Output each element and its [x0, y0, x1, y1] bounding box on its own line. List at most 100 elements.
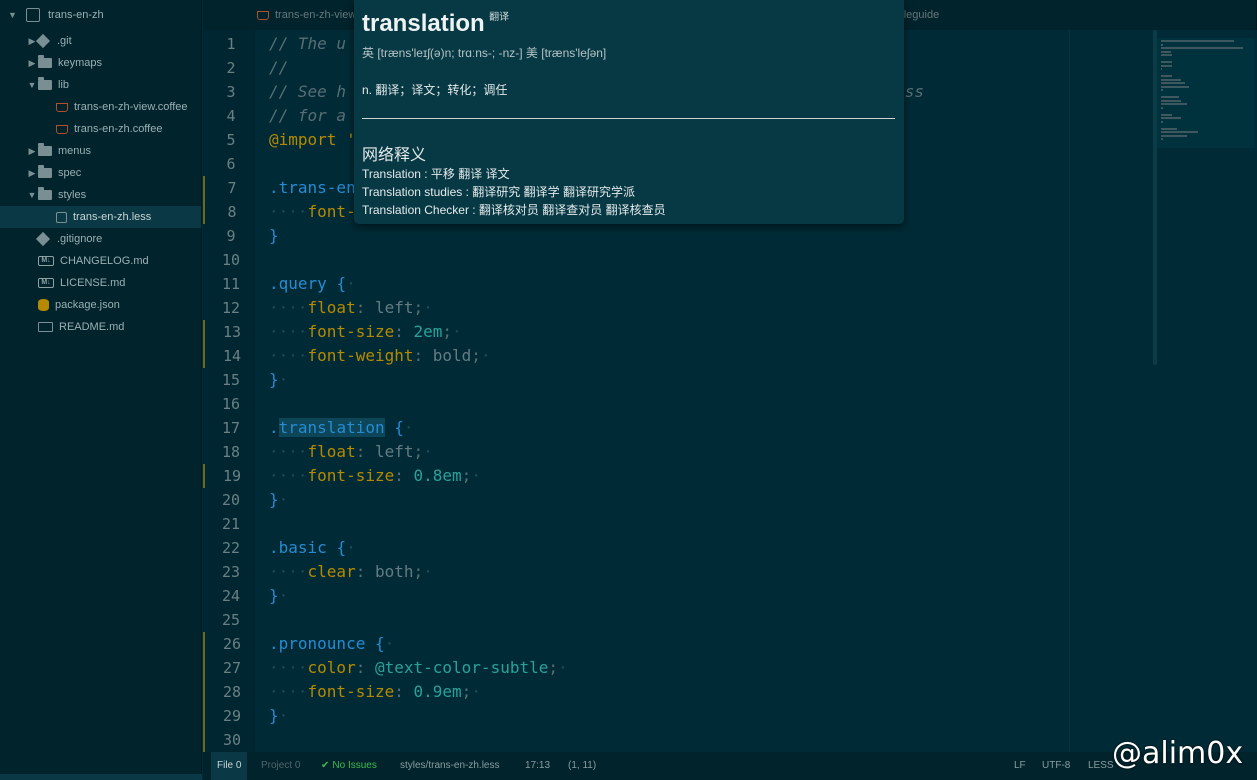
- code-line[interactable]: .query {·: [269, 272, 356, 296]
- line-number-gutter[interactable]: 1 2 3 4 5 6 7 8 9 10 11 12 13 14 15 16 17 18 19 20 21 22 23 24 2…: [203, 30, 255, 752]
- code-line[interactable]: .translation {·: [269, 416, 414, 440]
- tree-item-label: styles: [58, 189, 87, 201]
- line-number[interactable]: 18: [203, 440, 255, 464]
- code-line[interactable]: ····color: @text-color-subtle;·: [269, 656, 568, 680]
- line-number[interactable]: 8: [203, 200, 255, 224]
- code-line[interactable]: ····font-size: 0.8em;·: [269, 464, 481, 488]
- linter-project-tab[interactable]: Project 0: [261, 752, 300, 780]
- line-number[interactable]: 28: [203, 680, 255, 704]
- code-token: {: [336, 538, 347, 557]
- code-line[interactable]: }·: [269, 368, 288, 392]
- line-number[interactable]: 16: [203, 392, 255, 416]
- code-token: font-size: [307, 322, 395, 341]
- code-token: ····: [269, 466, 308, 485]
- tree-item[interactable]: trans-en-zh-view.coffee: [0, 96, 201, 118]
- line-number[interactable]: 25: [203, 608, 255, 632]
- line-ending[interactable]: LF: [1014, 752, 1026, 780]
- file-path[interactable]: styles/trans-en-zh.less: [400, 752, 499, 780]
- sidebar-resize-bar[interactable]: [0, 774, 202, 780]
- code-line[interactable]: ····clear: both;·: [269, 560, 433, 584]
- code-line[interactable]: .basic {·: [269, 536, 356, 560]
- chevron-right-icon[interactable]: ▶: [26, 146, 38, 157]
- markdown-icon: M↓: [38, 278, 54, 288]
- tree-item[interactable]: ▶ menus: [0, 140, 201, 162]
- tree-item[interactable]: ▶ keymaps: [0, 52, 201, 74]
- line-number[interactable]: 15: [203, 368, 255, 392]
- line-number[interactable]: 3: [203, 80, 255, 104]
- line-number[interactable]: 9: [203, 224, 255, 248]
- code-line[interactable]: ····font-weight: bold;·: [269, 344, 491, 368]
- code-token: ·: [480, 346, 491, 365]
- code-line[interactable]: ····font-: [269, 200, 356, 224]
- tree-item[interactable]: .gitignore: [0, 228, 201, 250]
- web-definition: Translation : 平移 翻译 译文: [362, 167, 510, 181]
- linter-file-tab[interactable]: File 0: [211, 752, 248, 780]
- code-line[interactable]: @import ': [269, 128, 356, 152]
- chevron-down-icon[interactable]: ▼: [26, 80, 38, 90]
- tree-item[interactable]: trans-en-zh.coffee: [0, 118, 201, 140]
- tree-item[interactable]: M↓ LICENSE.md: [0, 272, 201, 294]
- chevron-down-icon[interactable]: ▼: [8, 10, 22, 20]
- basic-translation: 翻译: [489, 12, 510, 23]
- code-line[interactable]: ····font-size: 0.9em;·: [269, 680, 481, 704]
- code-line[interactable]: ····float: left;·: [269, 440, 433, 464]
- tree-item[interactable]: trans-en-zh.less: [0, 206, 201, 228]
- tree-item-label: menus: [58, 145, 92, 157]
- minimap[interactable]: [1157, 38, 1255, 148]
- line-number[interactable]: 13: [203, 320, 255, 344]
- line-number[interactable]: 17: [203, 416, 255, 440]
- chevron-right-icon[interactable]: ▶: [26, 58, 38, 69]
- tree-item[interactable]: M↓ CHANGELOG.md: [0, 250, 201, 272]
- line-number[interactable]: 21: [203, 512, 255, 536]
- code-line[interactable]: .pronounce {·: [269, 632, 394, 656]
- line-number[interactable]: 19: [203, 464, 255, 488]
- chevron-down-icon[interactable]: ▼: [26, 190, 38, 200]
- line-number[interactable]: 22: [203, 536, 255, 560]
- line-number[interactable]: 30: [203, 728, 255, 752]
- status-bar: File 0 Project 0 ✔ No Issues styles/trans…: [203, 752, 1257, 780]
- tree-item[interactable]: ▼ styles: [0, 184, 201, 206]
- project-root[interactable]: ▼ trans-en-zh: [0, 0, 201, 30]
- tree-item[interactable]: ▶ .git: [0, 30, 201, 52]
- tree-item[interactable]: package.json: [0, 294, 201, 316]
- line-number[interactable]: 11: [203, 272, 255, 296]
- minimap-line: [1161, 113, 1172, 116]
- pronunciation: 英 [træns'leɪʃ(ə)n; trɑːns-; -nz-] 美 [træ…: [362, 46, 607, 60]
- tree-item[interactable]: ▼ lib: [0, 74, 201, 96]
- line-number[interactable]: 2: [203, 56, 255, 80]
- code-line[interactable]: }·: [269, 584, 288, 608]
- line-number[interactable]: 27: [203, 656, 255, 680]
- code-line[interactable]: }: [269, 224, 279, 248]
- code-line[interactable]: // for a: [269, 104, 346, 128]
- line-number[interactable]: 10: [203, 248, 255, 272]
- code-line[interactable]: ····float: left;·: [269, 296, 433, 320]
- code-line[interactable]: .trans-en: [269, 176, 356, 200]
- line-number[interactable]: 4: [203, 104, 255, 128]
- cursor-position[interactable]: 17:13: [525, 752, 550, 780]
- line-number[interactable]: 5: [203, 128, 255, 152]
- line-number[interactable]: 12: [203, 296, 255, 320]
- line-number[interactable]: 14: [203, 344, 255, 368]
- encoding[interactable]: UTF-8: [1042, 752, 1070, 780]
- line-number[interactable]: 1: [203, 32, 255, 56]
- linter-status[interactable]: ✔ No Issues: [321, 752, 377, 780]
- line-number[interactable]: 6: [203, 152, 255, 176]
- tree-item[interactable]: README.md: [0, 316, 201, 338]
- code-line[interactable]: ····font-size: 2em;·: [269, 320, 462, 344]
- code-line[interactable]: }·: [269, 488, 288, 512]
- tree-item[interactable]: ▶ spec: [0, 162, 201, 184]
- code-token: //: [269, 58, 289, 77]
- tree-view[interactable]: ▼ trans-en-zh ▶ .git ▶ keymaps ▼ lib trans-en-…: [0, 0, 202, 780]
- line-number[interactable]: 7: [203, 176, 255, 200]
- chevron-right-icon[interactable]: ▶: [26, 168, 38, 179]
- line-number[interactable]: 26: [203, 632, 255, 656]
- line-number[interactable]: 20: [203, 488, 255, 512]
- code-line[interactable]: }·: [269, 704, 288, 728]
- code-token: }: [269, 586, 279, 605]
- code-line[interactable]: //: [269, 56, 288, 80]
- line-number[interactable]: 23: [203, 560, 255, 584]
- line-number[interactable]: 24: [203, 584, 255, 608]
- line-number[interactable]: 29: [203, 704, 255, 728]
- grammar[interactable]: LESS: [1088, 752, 1114, 780]
- minimap-line: [1161, 120, 1164, 123]
